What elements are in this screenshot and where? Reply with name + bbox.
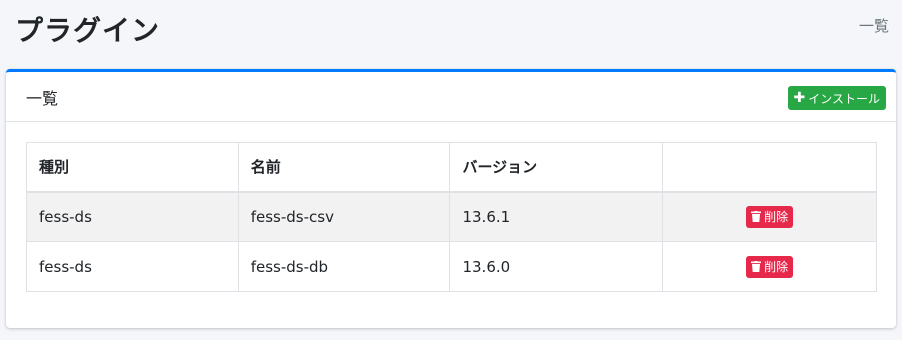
delete-button[interactable]: 削除 [746, 255, 794, 278]
delete-button-label: 削除 [764, 210, 789, 225]
plugin-list-card: 一覧 ✚ インストール 種別 名前 バージョン fess-ds fess-ds-… [6, 69, 896, 328]
column-header-name: 名前 [237, 142, 451, 193]
cell-type: fess-ds [26, 241, 239, 292]
column-header-version: バージョン [449, 142, 664, 193]
column-header-action [662, 142, 877, 193]
card-header: 一覧 ✚ インストール [6, 72, 896, 122]
install-button-label: インストール [808, 91, 880, 106]
cell-type: fess-ds [26, 191, 239, 242]
trash-icon [751, 261, 762, 272]
trash-icon [751, 211, 762, 223]
table-row: fess-ds fess-ds-db 13.6.0 削除 [26, 241, 877, 292]
table-row: fess-ds fess-ds-csv 13.6.1 削除 [26, 191, 877, 242]
cell-name: fess-ds-csv [237, 191, 451, 242]
plus-icon: ✚ [793, 90, 806, 106]
cell-version: 13.6.1 [449, 191, 664, 242]
cell-version: 13.6.0 [449, 241, 664, 292]
plugin-table: 種別 名前 バージョン fess-ds fess-ds-csv 13.6.1 削… [26, 142, 877, 292]
column-header-type: 種別 [26, 142, 239, 193]
delete-button-label: 削除 [764, 260, 789, 274]
page-title: プラグイン [15, 14, 161, 47]
cell-name: fess-ds-db [237, 241, 451, 292]
card-title: 一覧 [26, 89, 59, 108]
cell-action: 削除 [662, 191, 877, 242]
delete-button[interactable]: 削除 [746, 205, 794, 228]
breadcrumb: 一覧 [858, 17, 889, 35]
cell-action: 削除 [662, 241, 877, 292]
table-header-row: 種別 名前 バージョン [26, 142, 877, 193]
install-button[interactable]: ✚ インストール [787, 86, 886, 110]
